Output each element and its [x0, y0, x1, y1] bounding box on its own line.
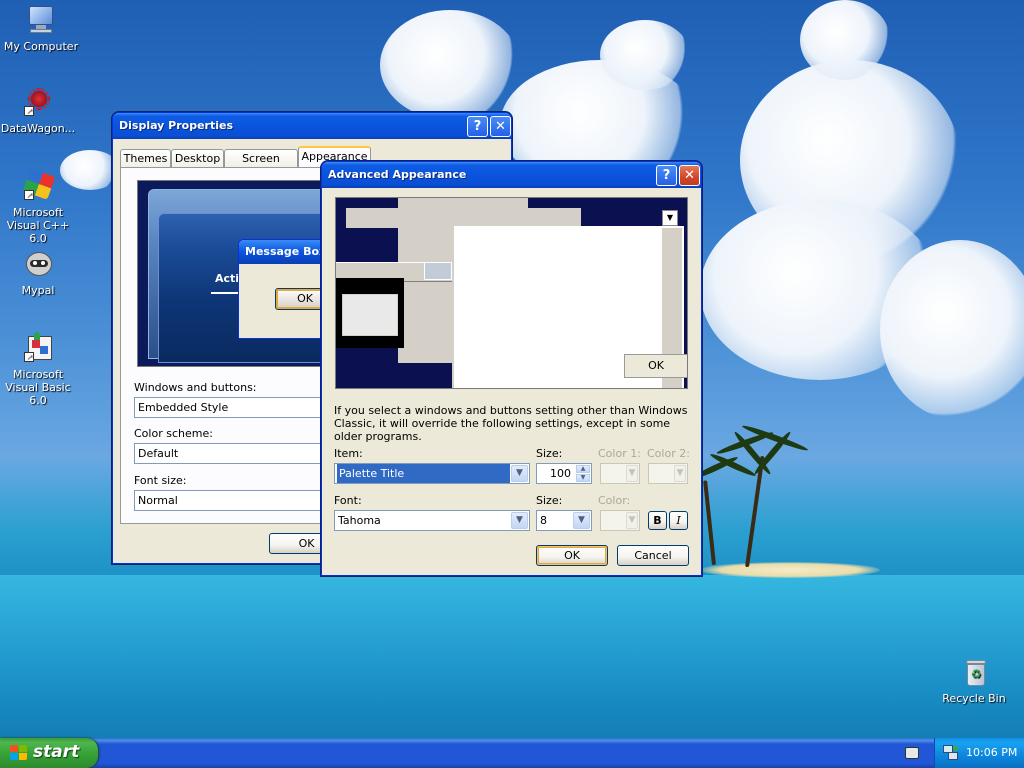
color-scheme-label: Color scheme: [134, 427, 213, 440]
wallpaper-cloud [880, 240, 1024, 420]
chevron-down-icon[interactable]: ▼ [511, 512, 528, 529]
wallpaper-cloud [380, 10, 520, 120]
spinner-down-icon[interactable]: ▼ [576, 474, 590, 482]
display-properties-title: Display Properties [119, 119, 234, 132]
close-button[interactable]: ✕ [490, 116, 511, 137]
chevron-down-icon: ▼ [674, 465, 686, 482]
font-color-label: Color: [598, 494, 631, 507]
spinner-up-icon[interactable]: ▲ [576, 465, 590, 473]
color-scheme-select[interactable]: Default [134, 443, 324, 464]
color1-label: Color 1: [598, 447, 641, 460]
color2-picker[interactable]: ▼ [648, 463, 688, 484]
preview-message-box: Message Box OK [238, 239, 327, 339]
preview-ok-button: OK [275, 288, 326, 310]
computer-icon [25, 4, 57, 36]
italic-button[interactable]: I [669, 511, 688, 530]
desktop-icon-recycle-bin[interactable]: ♻ Recycle Bin [933, 656, 1015, 705]
system-tray[interactable]: 10:06 PM [934, 738, 1024, 768]
advanced-ok-button[interactable]: OK [536, 545, 608, 566]
chevron-down-icon[interactable]: ▼ [511, 465, 528, 482]
font-color-picker[interactable]: ▼ [600, 510, 640, 531]
raccoon-icon [22, 248, 54, 280]
display-properties-titlebar[interactable]: Display Properties ? ✕ [113, 113, 511, 139]
description-text: If you select a windows and buttons sett… [334, 404, 688, 443]
font-select[interactable]: Tahoma ▼ [334, 510, 530, 531]
preview-message-box-title: Message Box [245, 245, 327, 258]
chevron-down-icon: ▼ [626, 465, 638, 482]
preview-active-label: Acti [215, 272, 240, 285]
taskbar[interactable]: start 10:06 PM [0, 738, 1024, 768]
wallpaper-cloud [800, 0, 890, 80]
recycle-bin-icon: ♻ [958, 656, 990, 688]
font-size-select[interactable]: Normal [134, 490, 324, 511]
appearance-preview: Acti Message Box OK [137, 180, 327, 367]
color1-picker[interactable]: ▼ [600, 463, 640, 484]
font-size-select[interactable]: 8 ▼ [536, 510, 592, 531]
start-button[interactable]: start [0, 738, 98, 768]
help-button[interactable]: ? [656, 165, 677, 186]
item-label: Item: [334, 447, 363, 460]
chevron-down-icon[interactable]: ▼ [573, 512, 590, 529]
wallpaper-sea [0, 575, 1024, 738]
tab-themes[interactable]: Themes [120, 149, 171, 168]
preview-menu-highlight [424, 262, 452, 280]
chevron-down-icon: ▼ [626, 512, 638, 529]
advanced-appearance-preview[interactable]: ▼ OK [335, 197, 688, 389]
font-label: Font: [334, 494, 362, 507]
wallpaper-cloud [600, 20, 690, 90]
wallpaper-island [700, 562, 880, 578]
visual-cpp-icon: ↗ [22, 168, 56, 202]
item-size-label: Size: [536, 447, 563, 460]
advanced-appearance-titlebar[interactable]: Advanced Appearance ? ✕ [322, 162, 701, 188]
windows-flag-icon [10, 745, 28, 761]
windows-buttons-select[interactable]: Embedded Style [134, 397, 324, 418]
font-size-label: Size: [536, 494, 563, 507]
desktop-icon-datawagon[interactable]: ↗ DataWagon... [0, 86, 79, 135]
tab-desktop[interactable]: Desktop [171, 149, 224, 168]
advanced-appearance-title: Advanced Appearance [328, 168, 467, 181]
item-size-spinner[interactable]: 100 ▲ ▼ [536, 463, 592, 484]
preview-inner-window [342, 294, 398, 336]
datawagon-icon: ↗ [22, 86, 54, 118]
preview-dropdown-arrow: ▼ [662, 210, 678, 226]
color2-label: Color 2: [647, 447, 690, 460]
font-size-label: Font size: [134, 474, 187, 487]
help-button[interactable]: ? [467, 116, 488, 137]
network-icon[interactable] [943, 745, 959, 761]
clock[interactable]: 10:06 PM [966, 746, 1017, 759]
desktop-icon-my-computer[interactable]: My Computer [0, 4, 82, 53]
item-select[interactable]: Palette Title ▼ [334, 463, 530, 484]
close-button[interactable]: ✕ [679, 165, 700, 186]
desktop-icon-visual-cpp[interactable]: ↗ Microsoft Visual C++ 6.0 [0, 168, 79, 245]
tab-screen-saver[interactable]: Screen Saver [224, 149, 298, 182]
windows-buttons-label: Windows and buttons: [134, 381, 257, 394]
visual-basic-icon: ↗ [22, 332, 54, 364]
desktop-icon-mypal[interactable]: Mypal [0, 248, 79, 297]
advanced-cancel-button[interactable]: Cancel [617, 545, 689, 566]
preview-ok-button: OK [624, 354, 687, 378]
keyboard-icon[interactable] [905, 747, 919, 759]
desktop-icon-visual-basic[interactable]: ↗ Microsoft Visual Basic 6.0 [0, 332, 79, 407]
bold-button[interactable]: B [648, 511, 667, 530]
